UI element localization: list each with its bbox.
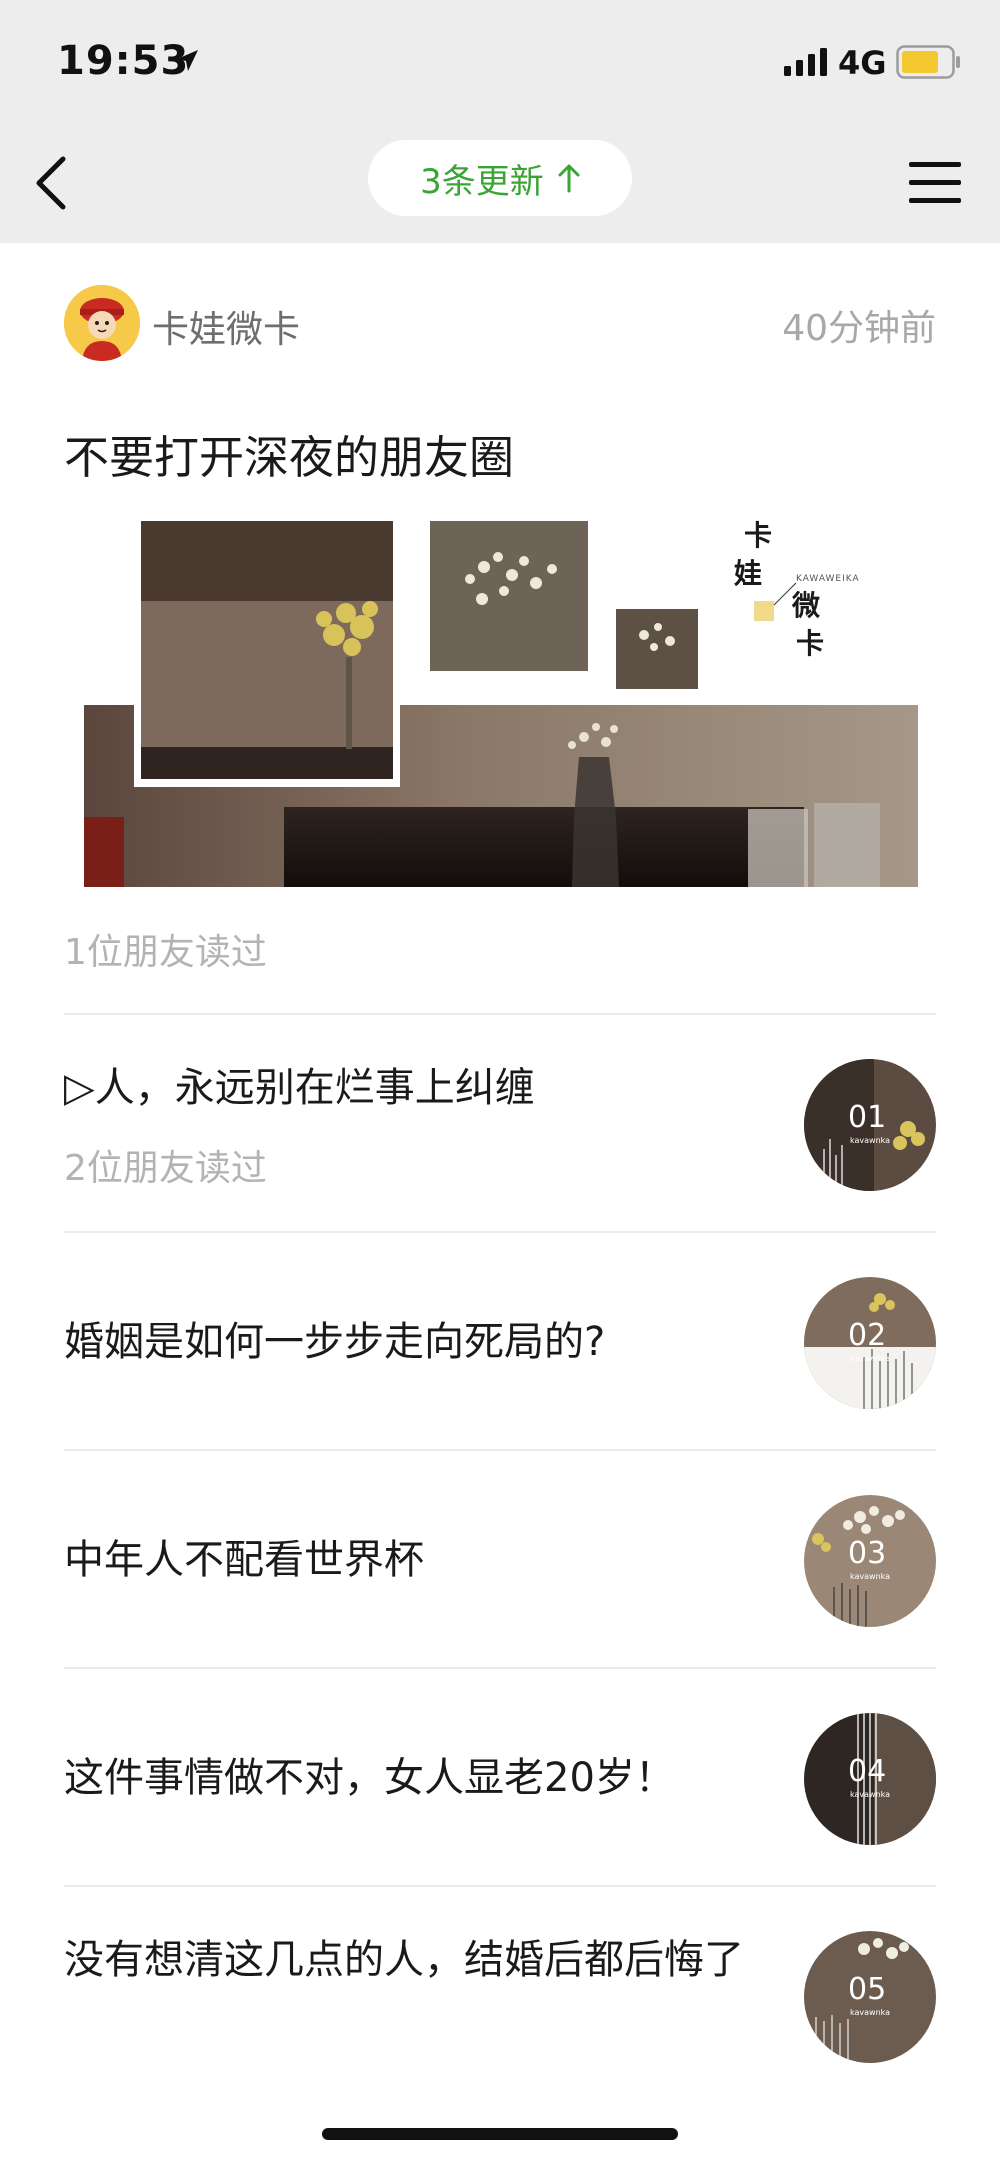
status-bar: 19:53 4G (0, 0, 1000, 120)
location-arrow-icon (177, 50, 198, 71)
cover-char-1: 卡 (744, 519, 772, 552)
thumb-number: 01 (848, 1100, 886, 1135)
thumb-brand: kavawnka (850, 1572, 890, 1581)
updates-label: 3条更新 (420, 161, 544, 202)
article-title[interactable]: ▷人，永远别在烂事上纠缠 (64, 1057, 764, 1119)
menu-button[interactable] (900, 148, 970, 218)
main-article-readers: 1位朋友读过 (64, 932, 267, 973)
thumb-number: 05 (848, 1972, 886, 2007)
thumb-number: 03 (848, 1536, 886, 1571)
menu-icon (909, 162, 961, 203)
cover-char-3: 微 (791, 589, 820, 622)
thumb-brand: kavawnka (850, 1790, 890, 1799)
top-area: 19:53 4G 3条更新 (0, 0, 1000, 243)
home-indicator[interactable] (322, 2128, 678, 2140)
article-title[interactable]: 中年人不配看世界杯 (64, 1529, 764, 1591)
post-time: 40分钟前 (782, 308, 936, 349)
list-item[interactable]: 这件事情做不对，女人显老20岁！ 04 kavawnka (64, 1667, 936, 1885)
article-title[interactable]: 婚姻是如何一步步走向死局的? (64, 1311, 764, 1373)
article-readers: 2位朋友读过 (64, 1148, 267, 1189)
nav-bar: 3条更新 (0, 120, 1000, 243)
updates-button[interactable]: 3条更新 (368, 140, 632, 216)
thumb-number: 02 (848, 1318, 886, 1353)
cover-char-2: 娃 (734, 557, 762, 590)
list-item[interactable]: 没有想清这几点的人，结婚后都后悔了 05 kavawnka (64, 1885, 936, 2103)
article-thumbnail[interactable]: 01 kavawnka (804, 1059, 936, 1191)
thumb-number: 04 (848, 1754, 886, 1789)
status-time: 19:53 (57, 38, 190, 84)
network-type: 4G (838, 44, 887, 82)
signal-bars-icon (784, 48, 827, 76)
article-title[interactable]: 没有想清这几点的人，结婚后都后悔了 (64, 1929, 764, 1991)
article-thumbnail[interactable]: 02 kavawnka (804, 1277, 936, 1409)
main-article-title[interactable]: 不要打开深夜的朋友圈 (64, 421, 514, 486)
cover-char-4: 卡 (796, 627, 824, 660)
article-list: ▷人，永远别在烂事上纠缠 2位朋友读过 01 kavawnka 婚姻是如何一步步… (64, 1013, 936, 2103)
list-item[interactable]: 中年人不配看世界杯 03 kavawnka (64, 1449, 936, 1667)
arrow-up-icon (558, 164, 580, 193)
thumb-brand: kavawnka (850, 1136, 890, 1145)
cover-brand: KAWAWEIKA (796, 574, 860, 584)
thumb-brand: kavawnka (850, 1354, 890, 1363)
article-thumbnail[interactable]: 03 kavawnka (804, 1495, 936, 1627)
article-thumbnail[interactable]: 05 kavawnka (804, 1931, 936, 2063)
article-title[interactable]: 这件事情做不对，女人显老20岁！ (64, 1747, 764, 1809)
main-article-cover[interactable]: 卡 娃 KAWAWEIKA 微 卡 (84, 517, 918, 887)
avatar-cartoon-icon (64, 285, 140, 361)
account-header[interactable]: 卡娃微卡 40分钟前 (64, 285, 936, 363)
list-item[interactable]: ▷人，永远别在烂事上纠缠 2位朋友读过 01 kavawnka (64, 1013, 936, 1231)
article-feed: 卡娃微卡 40分钟前 不要打开深夜的朋友圈 卡 娃 KAWAWEIKA 微 卡 … (0, 243, 1000, 2166)
avatar[interactable] (64, 285, 140, 361)
back-button[interactable] (20, 148, 80, 218)
account-name[interactable]: 卡娃微卡 (152, 299, 300, 353)
list-item[interactable]: 婚姻是如何一步步走向死局的? 02 kavawnka (64, 1231, 936, 1449)
chevron-left-icon (36, 156, 66, 210)
thumb-brand: kavawnka (850, 2008, 890, 2017)
article-thumbnail[interactable]: 04 kavawnka (804, 1713, 936, 1845)
battery-icon (896, 45, 960, 79)
